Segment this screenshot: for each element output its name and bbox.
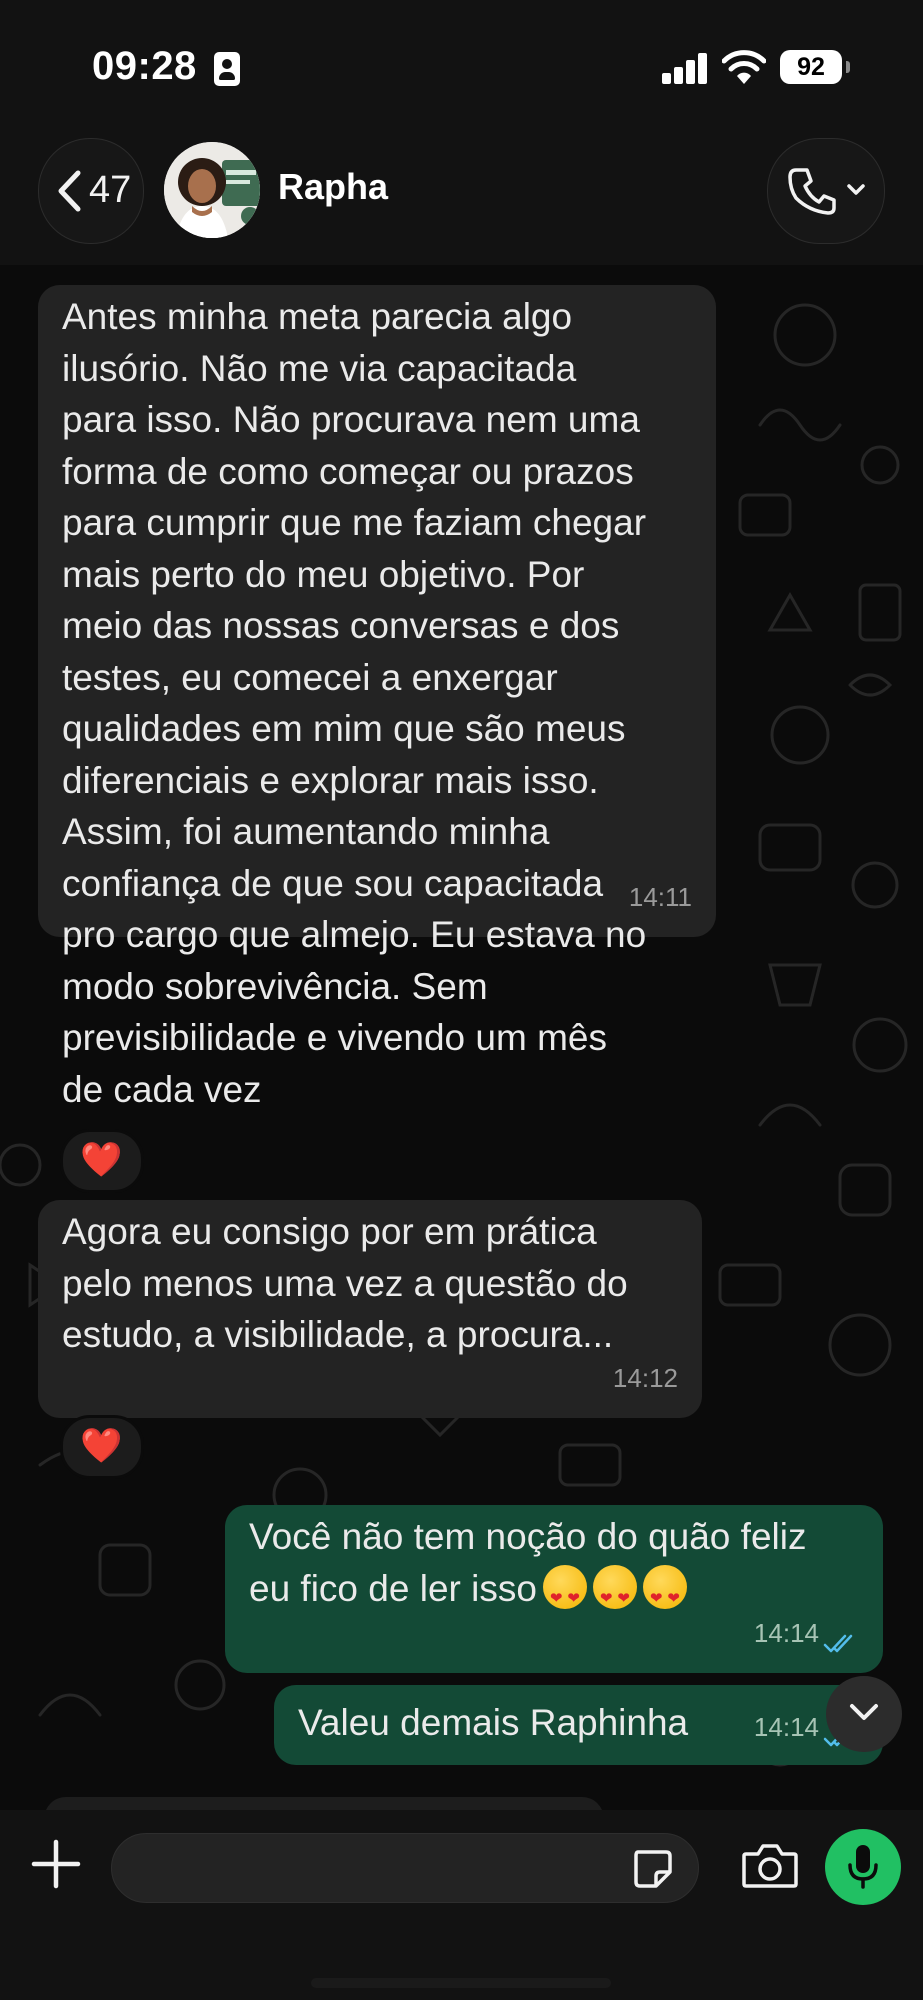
message-list[interactable]: Antes minha meta parecia algo ilusório. …: [0, 265, 923, 1810]
heart-eyes-emoji-icon: [592, 1564, 637, 1624]
scroll-to-bottom-button[interactable]: [826, 1676, 902, 1752]
message-text: Você não tem noção do quão feliz eu fico…: [249, 1516, 807, 1609]
contact-name[interactable]: Rapha: [278, 166, 388, 208]
reaction-badge[interactable]: ❤️: [60, 1129, 144, 1193]
microphone-icon: [848, 1845, 878, 1889]
composer-bar: [0, 1810, 923, 2000]
chat-header: 47 Rapha: [0, 130, 923, 265]
heart-reaction-icon: ❤️: [80, 1427, 123, 1465]
cellular-signal-icon: [662, 52, 708, 84]
chevron-down-icon: [850, 1704, 878, 1720]
emoji-group: [537, 1564, 687, 1624]
incoming-message-bubble-partial[interactable]: [44, 1797, 604, 1810]
status-bar: 09:28 92: [0, 0, 923, 130]
home-indicator: [311, 1978, 611, 1988]
message-timestamp: 14:14: [753, 1617, 819, 1648]
heart-reaction-icon: ❤️: [80, 1141, 123, 1179]
chevron-left-icon: [58, 170, 81, 212]
double-check-read-icon: [823, 1634, 853, 1653]
outgoing-message-bubble[interactable]: Você não tem noção do quão feliz eu fico…: [225, 1505, 883, 1673]
wifi-icon: [722, 50, 766, 84]
message-text: Valeu demais Raphinha: [298, 1702, 689, 1743]
outgoing-message-bubble[interactable]: Valeu demais Raphinha 14:14: [274, 1685, 883, 1765]
camera-icon[interactable]: [740, 1840, 800, 1892]
message-text: Agora eu consigo por em prática pelo men…: [62, 1211, 628, 1355]
battery-indicator: 92: [780, 50, 850, 84]
contact-card-icon: [214, 52, 240, 86]
message-input-container[interactable]: [111, 1833, 699, 1904]
plus-icon[interactable]: [28, 1836, 84, 1892]
avatar-image: [164, 142, 260, 238]
message-timestamp: 14:12: [612, 1362, 678, 1393]
unread-count: 47: [89, 169, 132, 211]
avatar[interactable]: [164, 142, 260, 238]
microphone-button[interactable]: [825, 1829, 901, 1905]
back-button[interactable]: 47: [38, 138, 144, 244]
chevron-down-icon: [847, 184, 865, 195]
heart-eyes-emoji-icon: [542, 1564, 587, 1624]
incoming-message-bubble[interactable]: Agora eu consigo por em prática pelo men…: [38, 1200, 702, 1418]
reaction-badge[interactable]: ❤️: [60, 1415, 144, 1479]
message-timestamp: 14:11: [628, 881, 692, 912]
heart-eyes-emoji-icon: [642, 1564, 687, 1624]
call-button[interactable]: [767, 138, 885, 244]
message-input[interactable]: [136, 1834, 610, 1904]
message-content: Você não tem noção do quão feliz eu fico…: [249, 1511, 869, 1624]
sticker-icon[interactable]: [630, 1846, 676, 1892]
message-timestamp: 14:14: [753, 1711, 819, 1742]
clock: 09:28: [92, 44, 197, 88]
incoming-message-bubble[interactable]: Antes minha meta parecia algo ilusório. …: [38, 285, 716, 1110]
phone-icon: [788, 168, 836, 215]
message-text: Antes minha meta parecia algo ilusório. …: [62, 296, 647, 1110]
